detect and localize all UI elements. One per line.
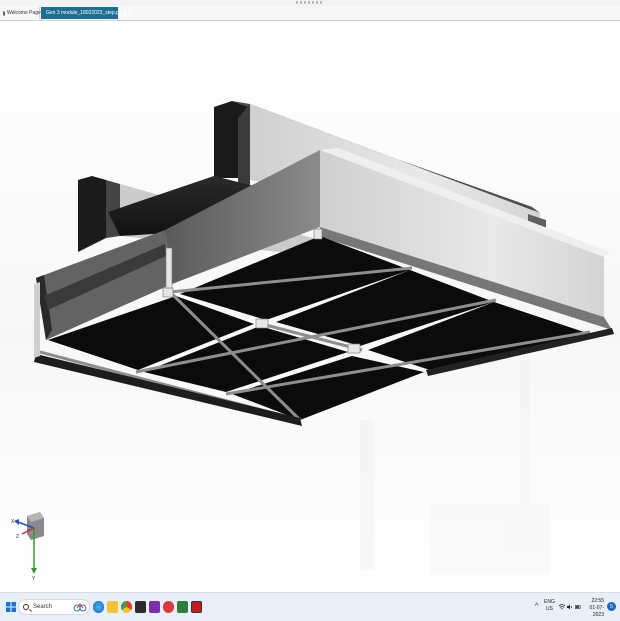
view-triad[interactable]: X Z Y	[11, 512, 44, 582]
clock-time: 22:55	[591, 598, 604, 604]
file-explorer-icon[interactable]	[107, 601, 118, 613]
windows-start-icon[interactable]	[5, 601, 16, 612]
triad-y-label: Y	[32, 576, 36, 582]
tab-part-file[interactable]: Gen 3 module_18032023_step.prt x	[41, 7, 132, 19]
volume-icon[interactable]	[567, 604, 573, 610]
tab-pin-icon[interactable]	[123, 10, 126, 16]
notification-badge[interactable]: 5	[607, 602, 616, 611]
search-icon	[23, 604, 29, 610]
tray-overflow-chevron-icon[interactable]: ^	[535, 603, 538, 610]
clock[interactable]: 22:55 01-07-2023	[583, 598, 604, 619]
background-reflections	[360, 360, 550, 575]
3d-model-scene[interactable]: X Z Y	[0, 21, 620, 592]
search-highlight-icon	[73, 603, 87, 612]
language-indicator[interactable]: ENG US	[544, 599, 555, 613]
notification-count: 5	[610, 603, 613, 610]
tab-label: Gen 3 module_18032023_step.prt	[46, 10, 122, 16]
language-line2: US	[545, 606, 553, 612]
tab-close-button[interactable]: x	[128, 10, 132, 17]
document-tab-bar: Welcome Page Gen 3 module_18032023_step.…	[0, 6, 620, 21]
nx-icon[interactable]	[191, 601, 202, 613]
triad-x-label: X	[11, 519, 15, 525]
app-icon[interactable]	[163, 601, 174, 613]
chrome-icon[interactable]	[121, 601, 132, 613]
wifi-icon[interactable]	[559, 604, 565, 610]
copilot-icon[interactable]	[93, 601, 104, 613]
windows-taskbar: Search ^ ENG US 22:55 01-07-2023 5	[0, 592, 620, 621]
taskbar-search-box[interactable]: Search	[18, 599, 90, 615]
app-icon[interactable]	[177, 601, 188, 613]
tab-label: Welcome Page	[7, 10, 41, 16]
battery-icon[interactable]	[575, 604, 581, 610]
graphics-viewport[interactable]: X Z Y	[0, 21, 620, 592]
clock-date: 01-07-2023	[589, 605, 604, 618]
onenote-icon[interactable]	[149, 601, 160, 613]
tab-welcome-page[interactable]: Welcome Page	[0, 7, 41, 19]
home-icon	[3, 10, 5, 16]
app-icon[interactable]	[135, 601, 146, 613]
language-line1: ENG	[544, 599, 555, 605]
search-placeholder: Search	[33, 604, 53, 610]
triad-z-label: Z	[16, 534, 19, 540]
drag-dots	[296, 1, 324, 4]
